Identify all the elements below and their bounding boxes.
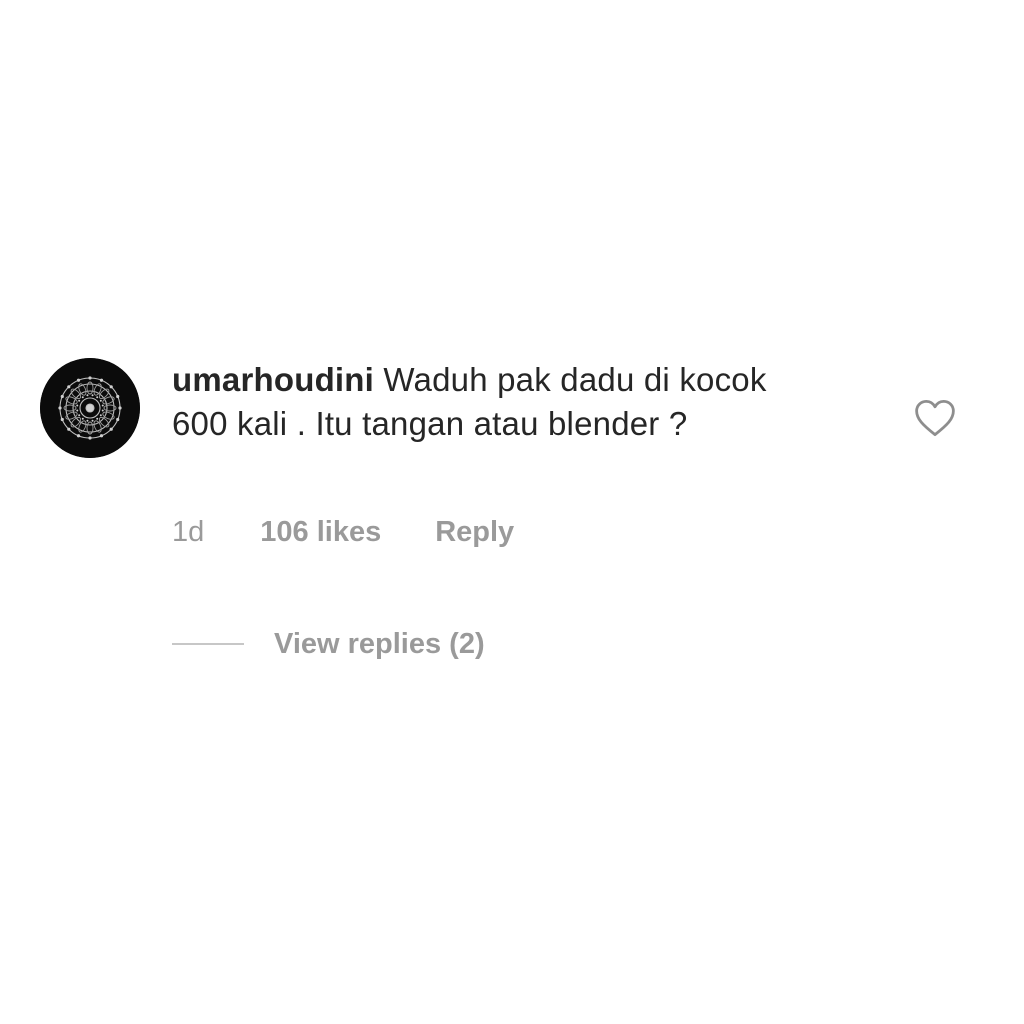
comment-likes-count[interactable]: 106 likes — [260, 516, 381, 549]
view-replies-button[interactable]: View replies (2) — [274, 628, 485, 661]
replies-divider — [172, 643, 244, 645]
avatar[interactable] — [40, 358, 140, 458]
heart-outline-icon — [915, 399, 955, 437]
mandala-avatar-icon — [40, 358, 140, 458]
comment-time: 1d — [172, 515, 205, 548]
like-button[interactable] — [914, 398, 956, 438]
comment-meta: 1d 106 likes Reply — [172, 512, 514, 552]
reply-button[interactable]: Reply — [435, 516, 514, 549]
comment-body: umarhoudini Waduh pak dadu di kocok 600 … — [172, 358, 772, 446]
comment-username[interactable]: umarhoudini — [172, 361, 374, 398]
view-replies[interactable]: View replies (2) — [172, 624, 485, 664]
